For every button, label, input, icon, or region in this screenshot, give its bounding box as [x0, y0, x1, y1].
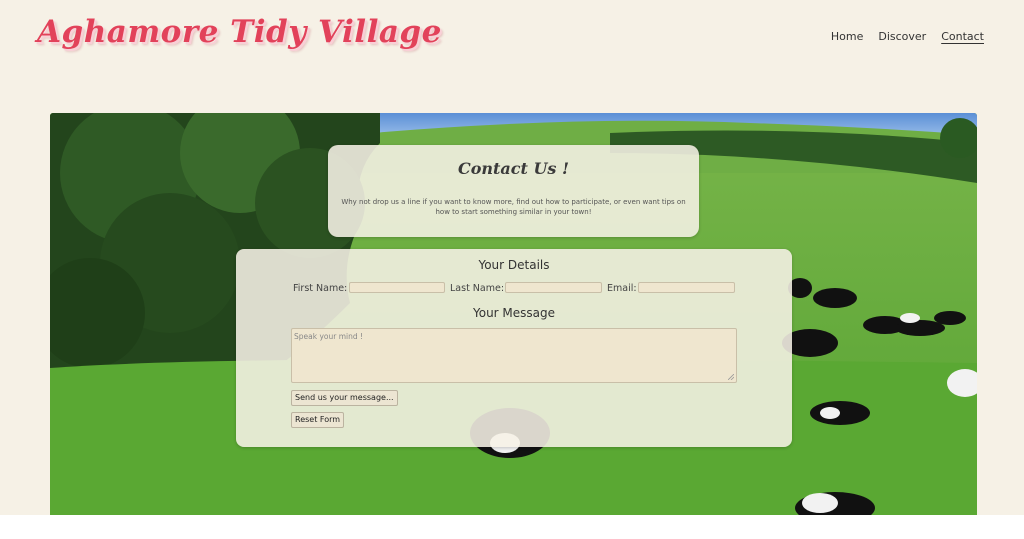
- email-input[interactable]: [638, 282, 735, 293]
- first-name-label: First Name:: [293, 283, 348, 294]
- reset-form-button[interactable]: Reset Form: [291, 412, 345, 428]
- your-message-heading: Your Message: [472, 306, 556, 320]
- nav-discover-link[interactable]: Discover: [878, 30, 926, 43]
- last-name-label: Last Name:: [450, 283, 505, 294]
- contact-intro-panel: Contact Us ! Why not drop us a line if y…: [328, 145, 699, 237]
- send-message-button[interactable]: Send us your message...: [291, 390, 398, 406]
- main-nav: Home Discover Contact: [831, 30, 984, 43]
- contact-intro-text: Why not drop us a line if you want to kn…: [341, 198, 686, 216]
- your-details-heading: Your Details: [478, 258, 550, 272]
- contact-form: Your Details First Name: Last Name: Emai…: [236, 249, 792, 447]
- page-bottom-strip: [0, 515, 1024, 539]
- message-textarea[interactable]: Speak your mind !: [291, 328, 737, 383]
- email-label: Email:: [607, 283, 637, 294]
- message-placeholder: Speak your mind !: [294, 332, 364, 341]
- header: Aghamore Tidy Village Home Discover Cont…: [0, 0, 1024, 90]
- contact-title: Contact Us !: [457, 159, 570, 178]
- nav-home-link[interactable]: Home: [831, 30, 863, 43]
- site-logo[interactable]: Aghamore Tidy Village: [37, 14, 442, 50]
- last-name-input[interactable]: [505, 282, 602, 293]
- resize-grip-icon[interactable]: [728, 374, 734, 380]
- first-name-input[interactable]: [349, 282, 445, 293]
- nav-contact-link[interactable]: Contact: [941, 30, 984, 43]
